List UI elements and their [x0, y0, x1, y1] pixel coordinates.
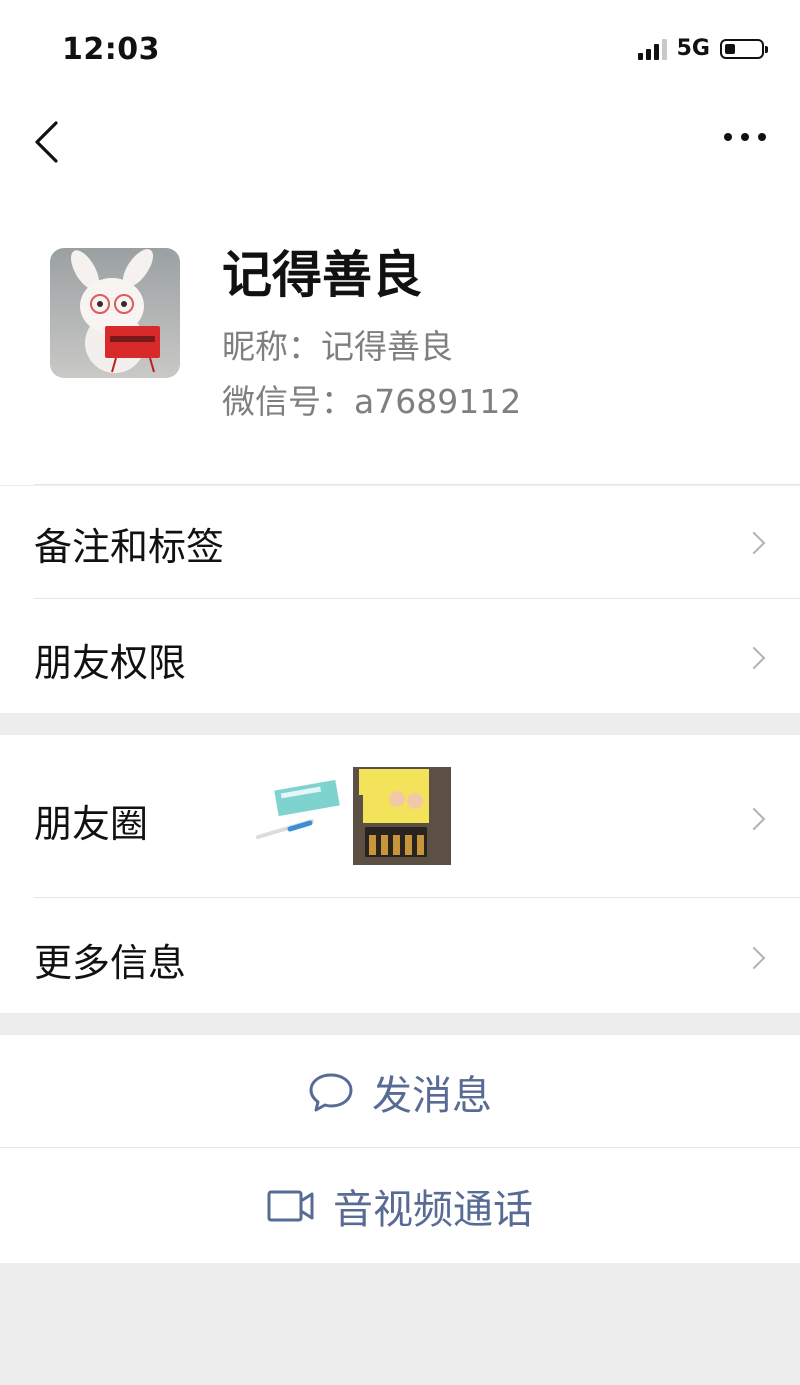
row-friend-permissions[interactable]: 朋友权限 — [0, 599, 800, 713]
network-label: 5G — [676, 36, 710, 61]
profile-card: 记得善良 昵称：记得善良 微信号：a7689112 — [0, 190, 800, 485]
status-bar: 12:03 5G — [0, 0, 800, 95]
moments-thumbnail-2[interactable] — [353, 767, 451, 865]
contact-nickname: 昵称：记得善良 — [222, 327, 453, 366]
status-indicators: 5G — [637, 36, 768, 61]
chevron-right-icon — [742, 807, 766, 831]
chevron-right-icon — [742, 531, 766, 555]
chevron-right-icon — [742, 646, 766, 670]
video-call-button[interactable]: 音视频通话 — [0, 1148, 800, 1263]
avatar[interactable] — [50, 248, 180, 378]
signal-icon — [637, 38, 667, 60]
battery-icon — [720, 38, 768, 59]
contact-name: 记得善良 — [222, 246, 422, 304]
row-more-info-label: 更多信息 — [34, 941, 187, 985]
divider — [34, 484, 800, 485]
moments-thumbnail-1[interactable] — [250, 767, 348, 865]
row-moments-label: 朋友圈 — [34, 802, 149, 846]
row-remarks-tags[interactable]: 备注和标签 — [0, 486, 800, 599]
row-moments[interactable]: 朋友圈 — [0, 735, 800, 898]
contact-wechat-id[interactable]: 微信号：a7689112 — [222, 375, 521, 423]
row-friend-permissions-label: 朋友权限 — [34, 641, 187, 685]
chat-bubble-icon — [309, 1073, 353, 1111]
more-dots-icon[interactable] — [724, 133, 766, 141]
nav-bar — [0, 95, 800, 190]
video-camera-icon — [267, 1190, 314, 1221]
send-message-button[interactable]: 发消息 — [0, 1035, 800, 1148]
chevron-right-icon — [742, 946, 766, 970]
status-time: 12:03 — [62, 32, 160, 67]
send-message-label: 发消息 — [372, 1072, 492, 1119]
chevron-left-icon[interactable] — [28, 117, 68, 167]
video-call-label: 音视频通话 — [333, 1186, 533, 1233]
row-more-info[interactable]: 更多信息 — [0, 898, 800, 1013]
row-remarks-tags-label: 备注和标签 — [34, 525, 225, 569]
